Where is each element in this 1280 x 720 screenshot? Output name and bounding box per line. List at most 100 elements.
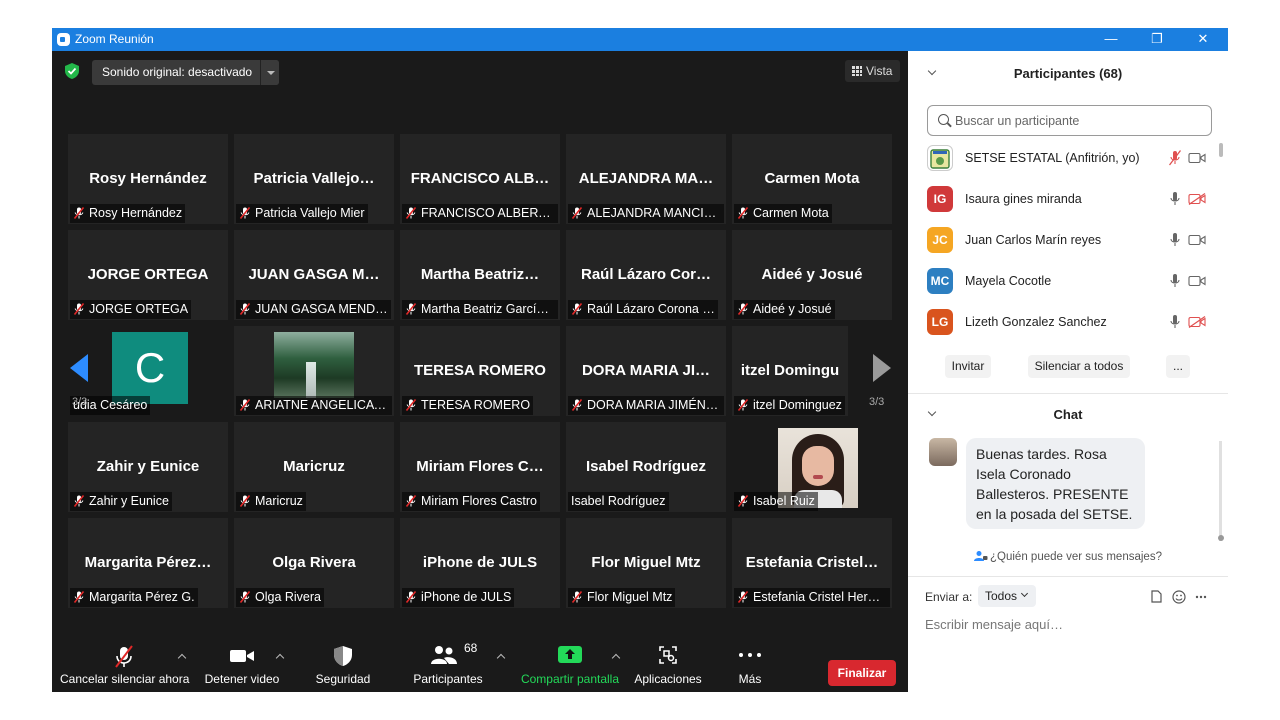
mic-icon[interactable] xyxy=(1169,191,1181,207)
share-screen-button[interactable]: Compartir pantalla xyxy=(518,635,622,692)
participant-list-scrollbar[interactable] xyxy=(1219,143,1223,157)
mic-icon[interactable] xyxy=(1169,273,1181,289)
avatar: LG xyxy=(927,309,953,335)
video-tile[interactable]: Margarita Pérez… Margarita Pérez G. xyxy=(68,518,228,608)
video-tile[interactable]: Isabel Rodríguez Isabel Rodríguez xyxy=(566,422,726,512)
original-sound-button[interactable]: Sonido original: desactivado xyxy=(92,60,279,85)
share-options-caret-icon[interactable] xyxy=(612,653,620,661)
participant-name-label: Aideé y Josué xyxy=(734,300,835,319)
participants-options-caret-icon[interactable] xyxy=(497,653,505,661)
page-indicator-right: 3/3 xyxy=(869,396,885,408)
emoji-icon[interactable] xyxy=(1172,590,1186,604)
encryption-shield-icon[interactable] xyxy=(65,63,79,79)
mic-icon[interactable] xyxy=(1169,314,1181,330)
muted-mic-icon xyxy=(737,495,749,507)
unmute-label: Cancelar silenciar ahora xyxy=(60,672,190,686)
file-icon[interactable] xyxy=(1151,590,1162,603)
camera-icon[interactable] xyxy=(1188,152,1206,164)
camera-off-icon[interactable] xyxy=(1188,316,1206,328)
participants-button[interactable]: 68 Participantes xyxy=(408,635,488,692)
mic-icon[interactable] xyxy=(1169,232,1181,248)
video-tile[interactable]: Miriam Flores C… Miriam Flores Castro xyxy=(400,422,560,512)
video-tile[interactable]: TERESA ROMERO TERESA ROMERO xyxy=(400,326,560,416)
end-meeting-button[interactable]: Finalizar xyxy=(828,660,896,686)
participant-display-name: iPhone de JULS xyxy=(422,554,538,571)
camera-icon[interactable] xyxy=(1188,234,1206,246)
setse-logo-icon xyxy=(930,149,950,169)
participants-more-button[interactable]: ... xyxy=(1166,355,1190,378)
participant-row[interactable]: MC Mayela Cocotle xyxy=(926,266,1211,296)
video-tile[interactable]: Raúl Lázaro Cor… Raúl Lázaro Corona … xyxy=(566,230,726,320)
participant-row[interactable]: JC Juan Carlos Marín reyes xyxy=(926,225,1211,255)
audio-options-caret-icon[interactable] xyxy=(178,653,186,661)
participant-search-input[interactable] xyxy=(955,112,1195,130)
video-options-caret-icon[interactable] xyxy=(276,653,284,661)
close-button[interactable]: ✕ xyxy=(1180,28,1226,51)
video-tile[interactable]: Patricia Vallejo… Patricia Vallejo Mier xyxy=(234,134,394,224)
participant-name: Carmen Mota xyxy=(753,206,829,220)
participant-row[interactable]: LG Lizeth Gonzalez Sanchez xyxy=(926,307,1211,337)
muted-mic-icon xyxy=(239,207,251,219)
video-tile[interactable]: Rosy Hernández Rosy Hernández xyxy=(68,134,228,224)
chat-compose: Enviar a: Todos Escribir mensaje aquí… xyxy=(908,576,1228,692)
participant-name-label: TERESA ROMERO xyxy=(402,396,534,415)
video-tile[interactable]: Isabel Ruiz xyxy=(732,422,892,512)
video-tile[interactable]: Olga Rivera Olga Rivera xyxy=(234,518,394,608)
participant-name: Flor Miguel Mtz xyxy=(587,590,673,604)
next-page-arrow-icon[interactable] xyxy=(873,354,891,382)
chat-scrollbar[interactable] xyxy=(1219,441,1222,541)
send-to-dropdown[interactable]: Todos xyxy=(978,585,1036,607)
participant-display-name: Miriam Flores C… xyxy=(416,458,544,475)
muted-mic-icon xyxy=(571,207,583,219)
participant-display-name: ALEJANDRA MA… xyxy=(578,170,714,187)
video-tile[interactable]: ALEJANDRA MA… ALEJANDRA MANCILLA xyxy=(566,134,726,224)
video-tile[interactable]: Aideé y Josué Aideé y Josué xyxy=(732,230,892,320)
video-tile[interactable]: JUAN GASGA M… JUAN GASGA MEND… xyxy=(234,230,394,320)
more-button[interactable]: Más xyxy=(728,635,772,692)
zoom-logo-icon xyxy=(57,33,70,46)
participant-row[interactable]: SETSE ESTATAL (Anfitrión, yo) xyxy=(926,143,1211,173)
host-logo-avatar xyxy=(927,145,953,171)
video-tile[interactable]: ARIATNE ANGELICA R… xyxy=(234,326,394,416)
video-tile[interactable]: Estefania Cristel… Estefania Cristel Hern… xyxy=(732,518,892,608)
video-tile[interactable]: Cudia Cesáreo xyxy=(68,326,228,416)
muted-mic-icon xyxy=(571,591,583,603)
muted-mic-icon xyxy=(405,495,417,507)
muted-mic-icon xyxy=(737,399,749,411)
video-tile[interactable]: iPhone de JULS iPhone de JULS xyxy=(400,518,560,608)
muted-mic-icon xyxy=(405,591,417,603)
participant-name: ARIATNE ANGELICA R… xyxy=(255,398,392,412)
stop-video-button[interactable]: Detener video xyxy=(202,635,282,692)
previous-page-arrow-icon[interactable] xyxy=(70,354,88,382)
mute-all-button[interactable]: Silenciar a todos xyxy=(1028,355,1130,378)
chat-scroll-thumb[interactable] xyxy=(1218,535,1224,541)
unmute-button[interactable]: Cancelar silenciar ahora xyxy=(60,635,190,692)
camera-off-icon[interactable] xyxy=(1188,193,1206,205)
video-tile[interactable]: Maricruz Maricruz xyxy=(234,422,394,512)
muted-mic-icon[interactable] xyxy=(1169,150,1181,166)
video-tile[interactable]: FRANCISCO ALB… FRANCISCO ALBERTO… xyxy=(400,134,560,224)
invite-button[interactable]: Invitar xyxy=(945,355,991,378)
minimize-button[interactable]: — xyxy=(1088,28,1134,51)
chat-more-icon[interactable] xyxy=(1195,595,1207,599)
video-tile[interactable]: JORGE ORTEGA JORGE ORTEGA xyxy=(68,230,228,320)
participant-name: JUAN GASGA MEND… xyxy=(255,302,388,316)
chat-message-input[interactable]: Escribir mensaje aquí… xyxy=(925,617,1063,632)
original-sound-dropdown[interactable] xyxy=(260,60,279,85)
video-tile[interactable]: Martha Beatriz… Martha Beatriz García… xyxy=(400,230,560,320)
participant-row[interactable]: IG Isaura gines miranda xyxy=(926,184,1211,214)
who-can-see-link[interactable]: ¿Quién puede ver sus mensajes? xyxy=(908,550,1228,563)
restore-button[interactable]: ❐ xyxy=(1134,28,1180,51)
video-tile[interactable]: Carmen Mota Carmen Mota xyxy=(732,134,892,224)
video-tile[interactable]: Flor Miguel Mtz Flor Miguel Mtz xyxy=(566,518,726,608)
view-button[interactable]: Vista xyxy=(845,60,900,82)
video-tile[interactable]: itzel Domingu itzel Dominguez xyxy=(732,326,848,416)
camera-icon[interactable] xyxy=(1188,275,1206,287)
security-button[interactable]: Seguridad xyxy=(306,635,380,692)
participant-name: Miriam Flores Castro xyxy=(421,494,537,508)
video-tile[interactable]: Zahir y Eunice Zahir y Eunice xyxy=(68,422,228,512)
apps-button[interactable]: Aplicaciones xyxy=(630,635,706,692)
video-tile[interactable]: DORA MARIA JI… DORA MARIA JIMÉNE… xyxy=(566,326,726,416)
participant-search[interactable] xyxy=(927,105,1212,136)
person-lock-icon xyxy=(974,551,988,561)
